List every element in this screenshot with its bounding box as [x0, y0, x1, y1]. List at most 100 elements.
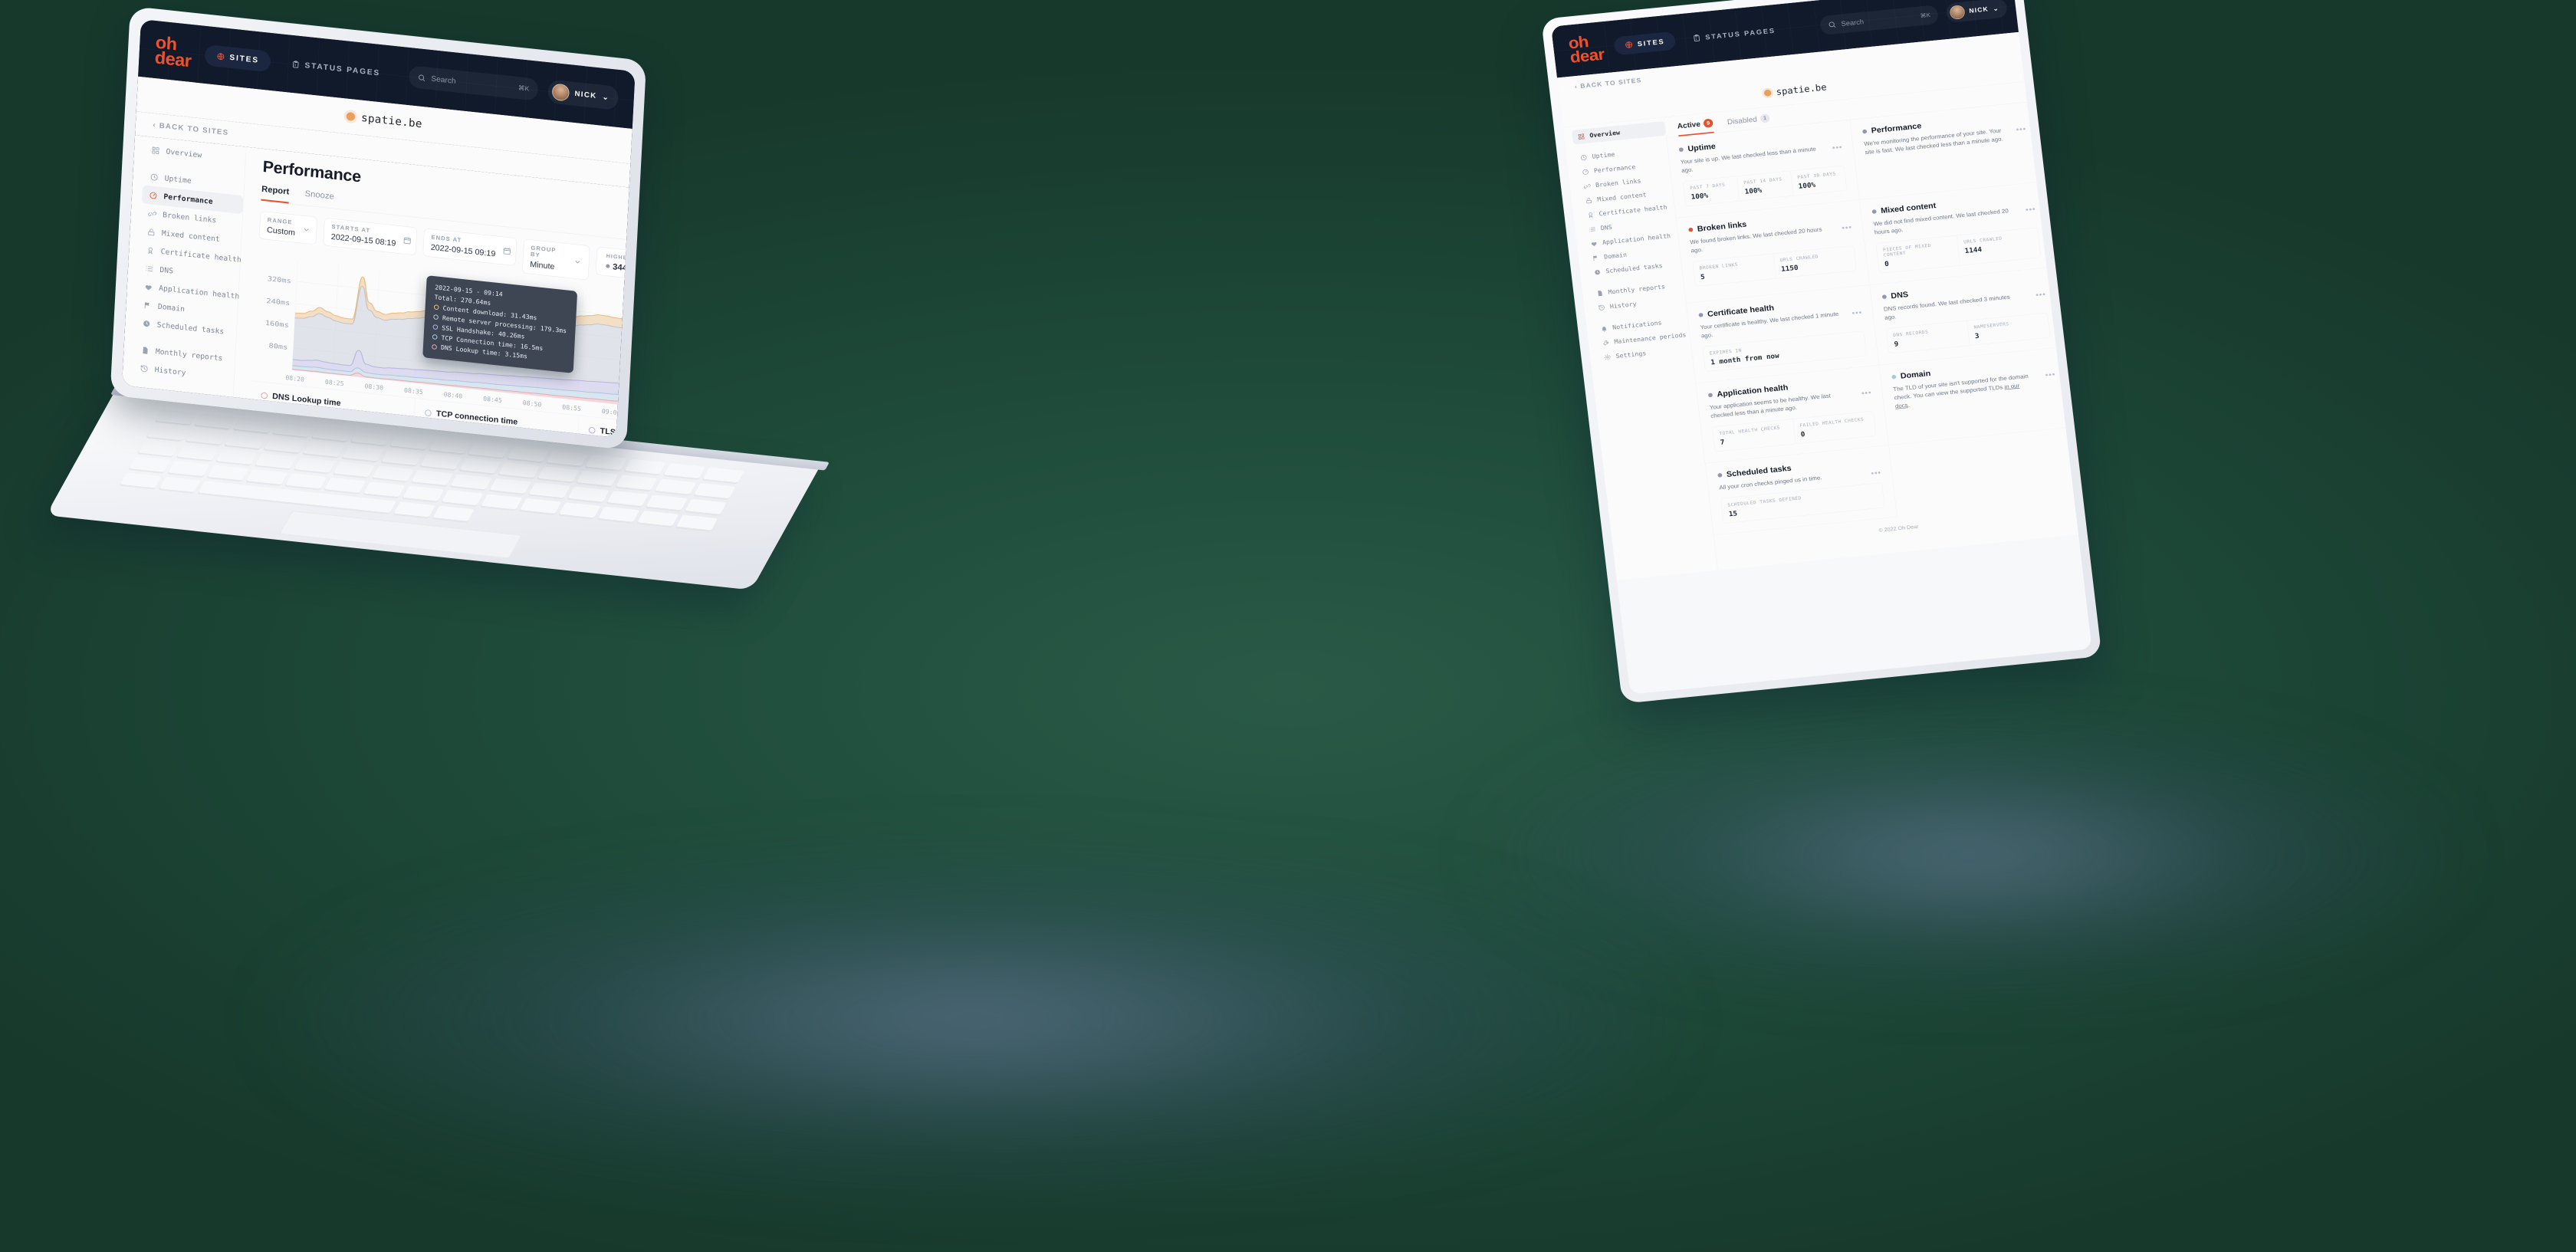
flag-icon	[1593, 255, 1598, 261]
tablet-user-menu[interactable]: NICK ⌄	[1945, 0, 2009, 24]
ends-at-field[interactable]: ENDS AT 2022-09-15 09:19	[422, 228, 518, 266]
legend-dot	[588, 426, 596, 434]
keyboard-key	[194, 413, 236, 430]
tablet-nav-sites[interactable]: SITES	[1613, 31, 1677, 56]
certificate-icon	[148, 247, 153, 255]
site-name: spatie.be	[360, 110, 423, 130]
tablet-main: Active 9 Disabled 1 Uptime ••• Your site i…	[1664, 81, 2085, 570]
card-overflow-menu[interactable]: •••	[1861, 388, 1872, 398]
keyboard-key	[675, 514, 718, 531]
card-metric: PAST 14 DAYS 100%	[1737, 171, 1794, 201]
card-overflow-menu[interactable]: •••	[1842, 223, 1853, 233]
keyboard-key	[432, 505, 475, 522]
grid-icon	[152, 146, 159, 154]
tablet-site-name: spatie.be	[1775, 81, 1828, 97]
range-select[interactable]: RANGE Custom	[258, 211, 318, 245]
search-input[interactable]: Search ⌘K	[408, 65, 539, 101]
calendar-icon	[403, 237, 411, 245]
docs-link[interactable]: in our docs	[1894, 382, 2019, 409]
keyboard-key	[215, 449, 258, 465]
chevron-down-icon: ⌄	[602, 92, 610, 102]
tablet-avatar	[1949, 5, 1966, 20]
card-status-dot	[1678, 147, 1684, 153]
metric-value: 100%	[1691, 191, 1709, 202]
tablet-search-input[interactable]: Search ⌘K	[1819, 5, 1940, 36]
svg-text:320ms: 320ms	[268, 275, 291, 285]
sidebar-item-label: Monthly reports	[155, 347, 223, 363]
card-metrics: PIECES OF MIXED CONTENT 0 URLS CRAWLED 1144	[1875, 227, 2042, 274]
tablet-sidebar-item-label: Overview	[1589, 129, 1621, 140]
calendar-icon	[503, 248, 511, 255]
tablet-sidebar-item-label: DNS	[1600, 224, 1613, 232]
x-tick-label: 08:40	[443, 390, 463, 400]
clipboard-icon	[293, 61, 299, 68]
starts-at-field[interactable]: STARTS AT 2022-09-15 08:19	[323, 217, 418, 256]
sidebar-item-label: Scheduled tasks	[156, 320, 225, 337]
card-overflow-menu[interactable]: •••	[2016, 125, 2027, 135]
tooltip-series-dot	[432, 324, 439, 330]
keyboard-key	[585, 455, 627, 472]
tablet-sidebar-item-label: Performance	[1593, 163, 1636, 175]
group-by-select[interactable]: GROUP BY Minute	[521, 238, 590, 281]
search-placeholder: Search	[431, 74, 456, 86]
keyboard-key	[636, 510, 679, 527]
tablet-brand-logo[interactable]: oh dear	[1567, 33, 1605, 67]
laptop-screen: oh dear SITES STATUS PAGES Search ⌘K NIC…	[122, 19, 636, 438]
grid-icon	[1578, 133, 1585, 140]
brand-logo[interactable]: oh dear	[154, 31, 192, 71]
search-shortcut: ⌘K	[518, 84, 530, 93]
clock-icon	[150, 173, 158, 181]
clock-icon	[1581, 154, 1587, 160]
x-tick-label: 08:50	[522, 399, 542, 409]
keyboard-key	[393, 501, 435, 518]
keyboard-key	[389, 434, 432, 451]
legend-dot	[424, 409, 432, 417]
legend-dot	[261, 392, 268, 399]
keyboard-key	[693, 483, 736, 500]
keyboard-key	[576, 470, 619, 487]
globe-icon	[1625, 41, 1633, 48]
list-icon	[1589, 227, 1595, 232]
speedometer-icon	[150, 192, 157, 199]
keyboard-key	[458, 458, 501, 475]
nav-sites[interactable]: SITES	[204, 44, 271, 73]
tablet-device: oh dear SITES STATUS PAGES Search ⌘K NIC…	[1503, 0, 2576, 920]
tablet-nav-status-pages[interactable]: STATUS PAGES	[1685, 21, 1783, 48]
keyboard-key	[402, 485, 445, 502]
tab-snooze[interactable]: Snooze	[304, 189, 334, 209]
tablet-user-name: NICK	[1968, 5, 1990, 15]
tab-report[interactable]: Report	[261, 183, 290, 204]
tablet-sidebar-item-label: Scheduled tasks	[1605, 262, 1664, 275]
card-overflow-menu[interactable]: •••	[2036, 290, 2047, 300]
card-overflow-menu[interactable]: •••	[2025, 205, 2036, 215]
group-by-label: GROUP BY	[530, 244, 557, 259]
card-metric: TOTAL HEALTH CHECKS 7	[1712, 419, 1796, 452]
keyboard-key	[333, 462, 375, 478]
keyboard-key	[528, 482, 570, 499]
tablet-site-status-dot	[1763, 89, 1772, 97]
nav-status-pages[interactable]: STATUS PAGES	[284, 53, 389, 85]
keyboard-key	[176, 445, 219, 462]
tablet-screen: oh dear SITES STATUS PAGES Search ⌘K NIC…	[1550, 0, 2092, 695]
keyboard-key	[185, 429, 228, 445]
card-overflow-menu[interactable]: •••	[1871, 468, 1882, 478]
x-tick-label: 08:25	[324, 378, 344, 388]
brand-logo-line2: dear	[154, 47, 192, 71]
card-overflow-menu[interactable]: •••	[2045, 370, 2056, 380]
x-tick-label: 08:45	[482, 394, 502, 405]
card-overflow-menu[interactable]: •••	[1852, 308, 1863, 318]
keyboard-key	[615, 475, 658, 491]
list-icon	[146, 265, 153, 271]
card-title: DNS	[1890, 290, 1909, 301]
keyboard-key	[411, 469, 453, 486]
keyboard-key	[363, 481, 406, 498]
tablet-sidebar-item-label: Domain	[1603, 251, 1628, 261]
nav-sites-label: SITES	[229, 53, 260, 65]
user-menu[interactable]: NICK ⌄	[547, 79, 619, 110]
tablet-nav-status-label: STATUS PAGES	[1704, 26, 1776, 41]
card-overflow-menu[interactable]: •••	[1832, 143, 1843, 153]
clock-filled-icon	[143, 320, 150, 327]
card-title: Broken links	[1697, 219, 1747, 234]
card-status-dot	[1871, 209, 1877, 214]
clock-filled-icon	[1595, 269, 1600, 275]
